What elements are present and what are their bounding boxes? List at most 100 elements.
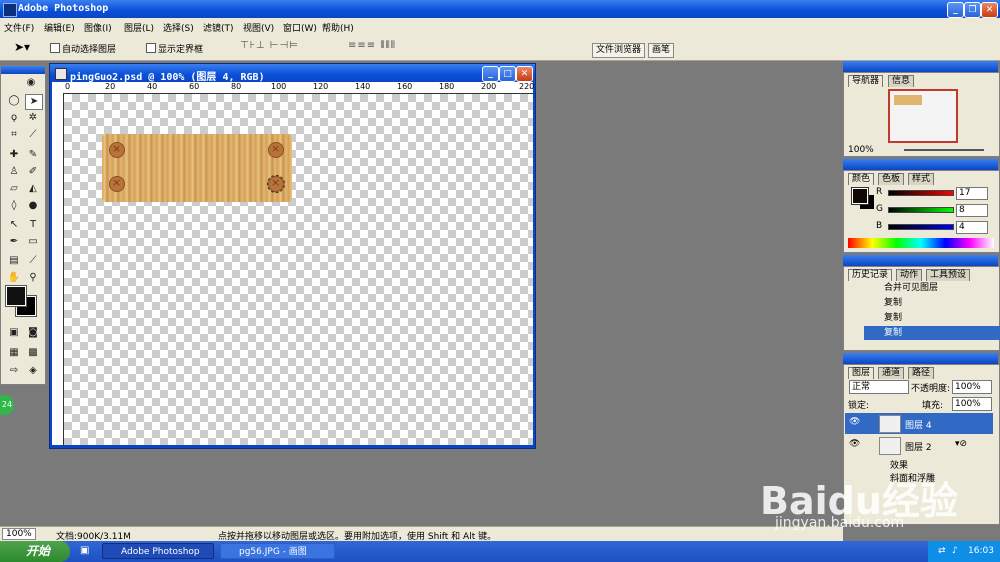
volume-icon[interactable]: ♪ [952,541,958,562]
healing-brush-icon[interactable]: ✚ [6,148,22,162]
foreground-color-swatch[interactable] [5,285,27,307]
quickmask-mode-icon[interactable]: ◙ [25,326,41,340]
blend-mode-select[interactable]: 正常 [849,380,909,394]
eraser-tool-icon[interactable]: ▱ [6,182,22,196]
document-titlebar[interactable]: pingGuo2.psd @ 100% (图层 4, RGB) _ □ ✕ [50,64,535,83]
close-button[interactable]: ✕ [981,2,998,18]
tab-info[interactable]: 信息 [888,75,915,87]
doc-close-button[interactable]: ✕ [516,66,533,82]
minimize-button[interactable]: _ [947,2,964,18]
g-value-field[interactable]: 8 [956,204,988,217]
tab-actions[interactable]: 动作 [896,269,923,281]
eye-icon[interactable]: 👁 [849,417,860,427]
align-buttons-icon[interactable]: ⊤⊦⊥ ⊢⊣⊨ [240,40,299,54]
network-icon[interactable]: ⇄ [938,541,946,562]
screen-mode-icon[interactable]: ▦ [6,346,22,360]
menu-select[interactable]: 选择(S) [163,21,194,34]
tab-paths[interactable]: 路径 [908,367,935,379]
vertical-ruler[interactable] [52,93,64,445]
color-titlebar[interactable] [843,159,998,170]
dodge-tool-icon[interactable]: ● [25,199,41,213]
menu-window[interactable]: 窗口(W) [283,21,317,34]
tab-history[interactable]: 历史记录 [848,269,893,281]
layers-titlebar[interactable] [843,353,998,364]
hand-tool-icon[interactable]: ✋ [6,271,22,285]
fill-field[interactable]: 100% [952,397,992,411]
layer-row[interactable]: 👁 图层 2 ▾⊘ [845,435,993,456]
tab-layers[interactable]: 图层 [848,367,875,379]
eye-icon[interactable]: 👁 [849,439,860,449]
standard-mode-icon[interactable]: ▣ [6,326,22,340]
wood-board-layer[interactable] [102,134,292,202]
tab-brushes[interactable]: 画笔 [648,43,675,58]
r-slider[interactable] [888,190,954,196]
menu-view[interactable]: 视图(V) [243,21,274,34]
distribute-buttons-icon[interactable]: ≡≡≡ ⫴⫴⫴ [348,40,396,54]
notes-tool-icon[interactable]: ▤ [6,254,22,268]
menu-filter[interactable]: 滤镜(T) [203,21,234,34]
history-item[interactable]: 复制 [864,311,1000,325]
fx-icon[interactable]: ▾⊘ [955,439,967,449]
menu-help[interactable]: 帮助(H) [322,21,354,34]
imageready-icon[interactable]: ◈ [25,364,41,378]
crop-tool-icon[interactable]: ⌗ [6,128,22,142]
menu-image[interactable]: 图像(I) [84,21,112,34]
color-fg-swatch[interactable] [851,187,869,205]
tab-file-browser[interactable]: 文件浏览器 [592,43,646,58]
eyedropper-icon[interactable]: ⟋ [25,254,41,268]
history-brush-icon[interactable]: ✐ [25,165,41,179]
navigator-preview[interactable] [888,89,958,143]
bucket-tool-icon[interactable]: ◭ [25,182,41,196]
tab-color[interactable]: 颜色 [848,173,875,185]
r-value-field[interactable]: 17 [956,187,988,200]
clock[interactable]: 16:03 [968,541,994,562]
imageready-jump-icon[interactable]: ⇨ [6,364,22,378]
doc-maximize-button[interactable]: □ [499,66,516,82]
adobe-eye-icon[interactable]: ◉ [23,76,39,90]
brush-tool-icon[interactable]: ✎ [25,148,41,162]
fullscreen-mode-icon[interactable]: ▩ [25,346,41,360]
slice-tool-icon[interactable]: ⟋ [25,128,41,142]
zoom-tool-icon[interactable]: ⚲ [25,271,41,285]
tab-navigator[interactable]: 导航器 [848,75,884,87]
tab-channels[interactable]: 通道 [878,367,905,379]
show-desktop-icon[interactable]: ▣ [80,545,89,556]
layer-row-active[interactable]: 👁 图层 4 [845,413,993,434]
horizontal-ruler[interactable]: 0 20 40 60 80 100 120 140 160 180 200 22… [63,82,534,94]
pen-tool-icon[interactable]: ✒ [6,235,22,249]
status-zoom[interactable]: 100% [2,528,36,540]
auto-select-checkbox[interactable]: 自动选择图层 [50,42,116,55]
opacity-field[interactable]: 100% [952,380,992,394]
navigator-zoom[interactable]: 100% [848,145,874,155]
history-titlebar[interactable] [843,255,998,266]
menu-file[interactable]: 文件(F) [4,21,34,34]
navigator-zoom-slider[interactable] [904,149,984,151]
task-photoshop[interactable]: Adobe Photoshop [102,543,214,559]
history-item[interactable]: 复制 [864,296,1000,310]
type-tool-icon[interactable]: T [25,218,41,232]
move-tool-preset-icon[interactable]: ➤▾ [14,40,30,54]
stamp-tool-icon[interactable]: ♙ [6,165,22,179]
restore-button[interactable]: ❐ [964,2,981,18]
magic-wand-icon[interactable]: ✲ [25,111,41,125]
b-value-field[interactable]: 4 [956,221,988,234]
start-button[interactable]: 开始 [0,541,70,562]
task-paint[interactable]: pg56.JPG - 画图 [220,543,335,559]
shape-tool-icon[interactable]: ▭ [25,235,41,249]
move-tool-icon[interactable]: ➤ [25,94,43,110]
lasso-tool-icon[interactable]: ϙ [6,111,22,125]
canvas[interactable] [64,94,533,445]
g-slider[interactable] [888,207,954,213]
menu-edit[interactable]: 编辑(E) [44,21,75,34]
path-select-icon[interactable]: ↖ [6,218,22,232]
tab-swatches[interactable]: 色板 [878,173,905,185]
ruler-origin[interactable] [52,82,63,93]
tab-tool-presets[interactable]: 工具预设 [926,269,971,281]
doc-minimize-button[interactable]: _ [482,66,499,82]
tab-styles[interactable]: 样式 [908,173,935,185]
history-item-active[interactable]: 复制 [864,326,1000,340]
menu-layer[interactable]: 图层(L) [124,21,154,34]
history-item[interactable]: 合并可见图层 [864,281,1000,295]
blur-tool-icon[interactable]: ◊ [6,199,22,213]
show-bounds-checkbox[interactable]: 显示定界框 [146,42,203,55]
